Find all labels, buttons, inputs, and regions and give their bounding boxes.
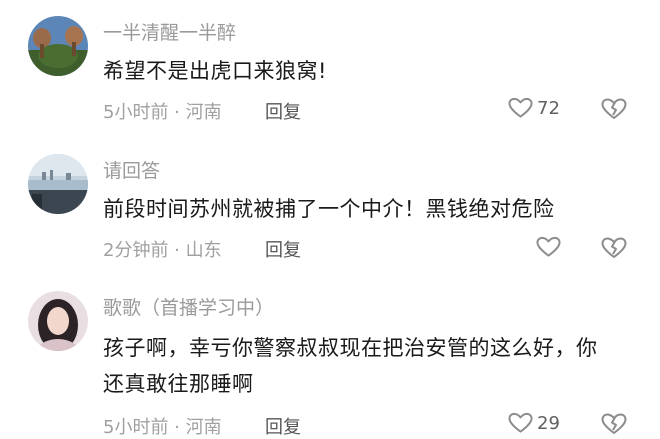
heart-outline-icon	[536, 236, 561, 257]
reply-button[interactable]: 回复	[265, 236, 301, 262]
like-button[interactable]	[536, 236, 565, 258]
meta-separator: ·	[168, 417, 186, 438]
broken-heart-icon	[601, 413, 627, 434]
username[interactable]: 请回答	[103, 156, 160, 183]
user-avatar[interactable]	[28, 291, 88, 351]
comment-text: 希望不是出虎口来狼窝!	[103, 59, 327, 83]
broken-heart-icon	[601, 98, 627, 119]
reply-button[interactable]: 回复	[265, 413, 301, 439]
meta-separator: ·	[168, 240, 186, 261]
comment-meta: 2分钟前 · 山东	[103, 236, 222, 262]
like-button[interactable]: 72	[508, 97, 560, 119]
reply-button[interactable]: 回复	[265, 98, 301, 124]
comment-location: 山东	[185, 240, 222, 261]
heart-outline-icon	[508, 412, 533, 433]
avatar-cityscape-icon	[28, 154, 88, 214]
comment-meta: 5小时前 · 河南	[103, 98, 222, 124]
comment-time: 5小时前	[103, 102, 169, 123]
username[interactable]: 歌歌（首播学习中）	[103, 293, 274, 320]
meta-separator: ·	[168, 102, 186, 123]
heart-outline-icon	[508, 97, 533, 118]
like-button[interactable]: 29	[508, 412, 560, 434]
avatar-flowers-icon	[28, 16, 88, 76]
dislike-button[interactable]	[601, 98, 627, 124]
comment-text: 前段时间苏州就被捕了一个中介！黑钱绝对危险	[103, 197, 555, 221]
username[interactable]: 一半清醒一半醉	[103, 18, 236, 45]
comment-text: 孩子啊，幸亏你警察叔叔现在把治安管的这么好，你还真敢往那睡啊	[103, 336, 598, 396]
avatar-person-icon	[28, 291, 88, 351]
user-avatar[interactable]	[28, 154, 88, 214]
dislike-button[interactable]	[601, 237, 627, 263]
broken-heart-icon	[601, 237, 627, 258]
comment-time: 5小时前	[103, 417, 169, 438]
dislike-button[interactable]	[601, 413, 627, 439]
comment-meta: 5小时前 · 河南	[103, 413, 222, 439]
user-avatar[interactable]	[28, 16, 88, 76]
like-count: 29	[537, 412, 560, 434]
comment-location: 河南	[185, 102, 222, 123]
like-count: 72	[537, 97, 560, 119]
comment-location: 河南	[185, 417, 222, 438]
comment-time: 2分钟前	[103, 240, 169, 261]
